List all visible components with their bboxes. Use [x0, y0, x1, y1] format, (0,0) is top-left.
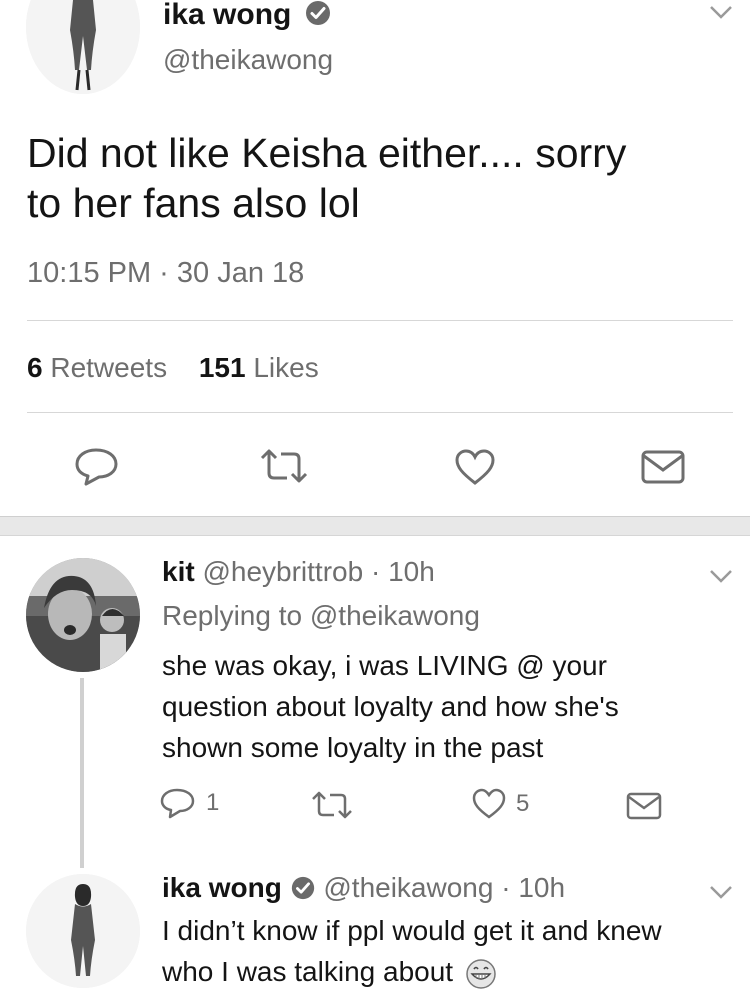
author-name-text[interactable]: ika wong	[163, 0, 291, 31]
divider	[27, 412, 733, 413]
divider	[27, 320, 733, 321]
like-count: 5	[516, 790, 530, 817]
retweet-button[interactable]	[310, 790, 354, 820]
reply-author-handle[interactable]: @heybrittrob	[202, 556, 363, 587]
author-name[interactable]: ika wong	[163, 0, 332, 32]
like-button[interactable]	[454, 448, 496, 486]
reply-count: 1	[206, 789, 220, 816]
chevron-down-icon[interactable]	[708, 4, 734, 20]
reply-text-line: shown some loyalty in the past	[162, 732, 544, 763]
tweet-text-line: Did not like Keisha either.... sorry	[27, 130, 627, 176]
replying-to[interactable]: Replying to @theikawong	[162, 600, 480, 632]
reply-button[interactable]	[74, 446, 120, 486]
verified-badge-icon	[291, 876, 314, 899]
reply-icon	[75, 448, 118, 486]
section-separator	[0, 516, 750, 536]
reply-text-line: she was okay, i was LIVING @ your	[162, 650, 607, 681]
envelope-icon	[626, 792, 662, 820]
verified-badge-icon	[305, 1, 330, 26]
reply-text: she was okay, i was LIVING @ your questi…	[162, 645, 619, 768]
author-handle[interactable]: @theikawong	[163, 44, 333, 76]
like-button[interactable]: 5	[472, 788, 529, 820]
envelope-icon	[641, 450, 685, 484]
chevron-down-icon[interactable]	[708, 568, 734, 584]
retweet-icon	[312, 791, 352, 819]
engagement-counts: 6 Retweets 151 Likes	[27, 352, 319, 384]
tweet-text-line: to her fans also lol	[27, 180, 360, 226]
retweets-count: 6	[27, 352, 43, 383]
reply-author-avatar[interactable]	[26, 874, 140, 988]
reply-text: I didn’t know if ppl would get it and kn…	[162, 910, 662, 992]
message-button[interactable]	[641, 450, 685, 484]
person-figure-icon	[26, 874, 140, 988]
reply-author-name[interactable]: ika wong	[162, 872, 282, 903]
person-figure-icon	[26, 0, 140, 94]
reply-icon	[160, 788, 195, 819]
heart-icon	[455, 449, 495, 485]
reply-text-line: I didn’t know if ppl would get it and kn…	[162, 915, 662, 946]
author-avatar[interactable]	[26, 0, 140, 94]
heart-icon	[472, 788, 506, 819]
likes-label: Likes	[253, 352, 319, 383]
tweet-text: Did not like Keisha either.... sorry to …	[27, 128, 626, 228]
reply-author-name[interactable]: kit	[162, 556, 195, 587]
tweet-timestamp[interactable]: 10:15 PM · 30 Jan 18	[27, 257, 304, 290]
reply-time[interactable]: · 10h	[371, 556, 435, 587]
reply-author-avatar[interactable]	[26, 558, 140, 672]
likes-stat[interactable]: 151 Likes	[199, 352, 319, 383]
reply-text-line: question about loyalty and how she's	[162, 691, 619, 722]
reply-author-handle[interactable]: @theikawong	[323, 872, 493, 903]
reply-text-line: who I was talking about	[162, 951, 662, 992]
retweet-icon	[260, 449, 308, 483]
reply-time[interactable]: · 10h	[501, 872, 565, 903]
message-button[interactable]	[626, 792, 662, 820]
retweets-stat[interactable]: 6 Retweets	[27, 352, 175, 383]
thread-line	[80, 678, 84, 868]
retweet-button[interactable]	[258, 448, 310, 484]
reply-button[interactable]: 1	[160, 787, 219, 819]
reply-text-fragment: who I was talking about	[162, 956, 454, 987]
grinning-face-icon	[466, 958, 496, 989]
chevron-down-icon[interactable]	[708, 884, 734, 900]
profile-photo-icon	[26, 558, 140, 672]
reply-header: kit @heybrittrob · 10h	[162, 556, 435, 588]
likes-count: 151	[198, 352, 246, 383]
retweets-label: Retweets	[50, 352, 168, 383]
reply-header: ika wong @theikawong · 10h	[162, 872, 565, 904]
